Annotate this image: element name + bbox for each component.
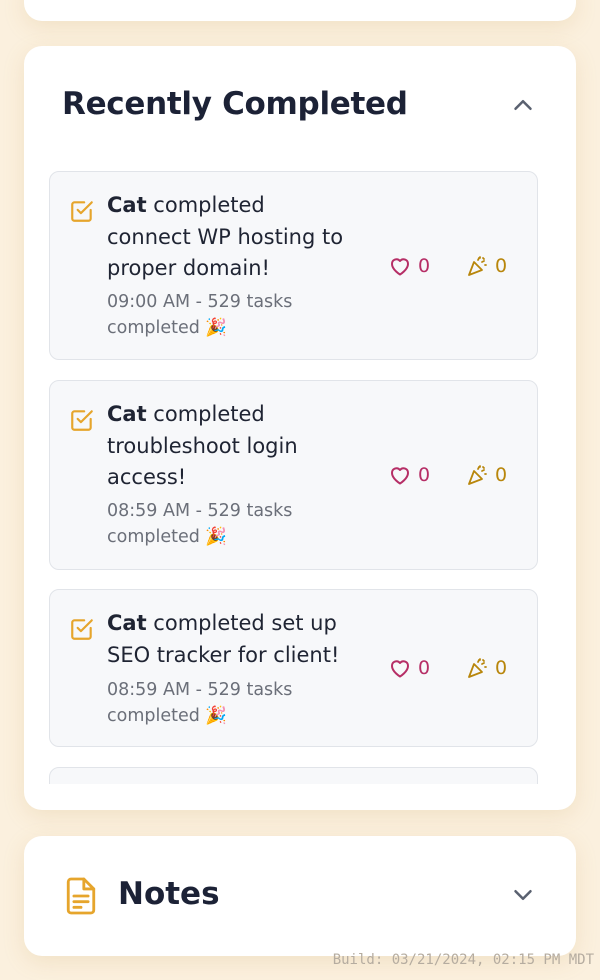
user-name: Cat xyxy=(107,611,147,635)
heart-icon xyxy=(391,467,409,485)
section-title: Recently Completed xyxy=(62,86,408,122)
celebrate-count: 0 xyxy=(495,255,508,277)
completed-list: Cat completed connect WP hosting to prop… xyxy=(49,171,538,784)
heart-count: 0 xyxy=(418,255,431,277)
notes-title: Notes xyxy=(118,876,220,912)
heart-icon xyxy=(391,258,409,276)
previous-card xyxy=(24,0,576,21)
document-icon xyxy=(64,876,98,916)
celebrate-count: 0 xyxy=(495,464,508,486)
list-item: Cat completed connect WP hosting to prop… xyxy=(49,171,538,360)
checkbox-check-icon xyxy=(69,198,95,224)
chevron-up-icon[interactable] xyxy=(508,90,538,120)
party-popper-icon xyxy=(468,256,487,276)
heart-count: 0 xyxy=(418,464,431,486)
item-meta: 08:59 AM - 529 tasks completed 🎉 xyxy=(107,680,293,726)
item-meta: 09:00 AM - 529 tasks completed 🎉 xyxy=(107,292,293,338)
celebrate-reaction-button[interactable]: 0 xyxy=(465,463,507,487)
heart-reaction-button[interactable]: 0 xyxy=(388,463,430,487)
recently-completed-card: Recently Completed Cat completed connect… xyxy=(24,46,576,810)
user-name: Cat xyxy=(107,193,147,217)
user-name: Cat xyxy=(107,402,147,426)
checkbox-check-icon xyxy=(69,407,95,433)
heart-count: 0 xyxy=(418,657,431,679)
celebrate-count: 0 xyxy=(495,657,508,679)
party-popper-icon xyxy=(468,658,487,678)
checkbox-check-icon xyxy=(69,616,95,642)
item-meta: 08:59 AM - 529 tasks completed 🎉 xyxy=(107,501,293,547)
list-item: Cat completed set up SEO tracker for cli… xyxy=(49,589,538,747)
list-item: Cat completed troubleshoot login access!… xyxy=(49,380,538,570)
item-text: Cat completed set up SEO tracker for cli… xyxy=(107,608,347,671)
item-text: Cat completed troubleshoot login access! xyxy=(107,399,347,494)
heart-icon xyxy=(391,660,409,678)
celebrate-reaction-button[interactable]: 0 xyxy=(465,656,507,680)
build-info: Build: 03/21/2024, 02:15 PM MDT xyxy=(332,952,594,968)
celebrate-reaction-button[interactable]: 0 xyxy=(465,254,507,278)
page: Recently Completed Cat completed connect… xyxy=(0,0,600,980)
heart-reaction-button[interactable]: 0 xyxy=(388,254,430,278)
item-text: Cat completed connect WP hosting to prop… xyxy=(107,190,347,285)
party-popper-icon xyxy=(468,465,487,485)
heart-reaction-button[interactable]: 0 xyxy=(388,656,430,680)
notes-card[interactable]: Notes xyxy=(24,836,576,956)
chevron-down-icon[interactable] xyxy=(508,880,538,910)
list-item xyxy=(49,767,538,784)
